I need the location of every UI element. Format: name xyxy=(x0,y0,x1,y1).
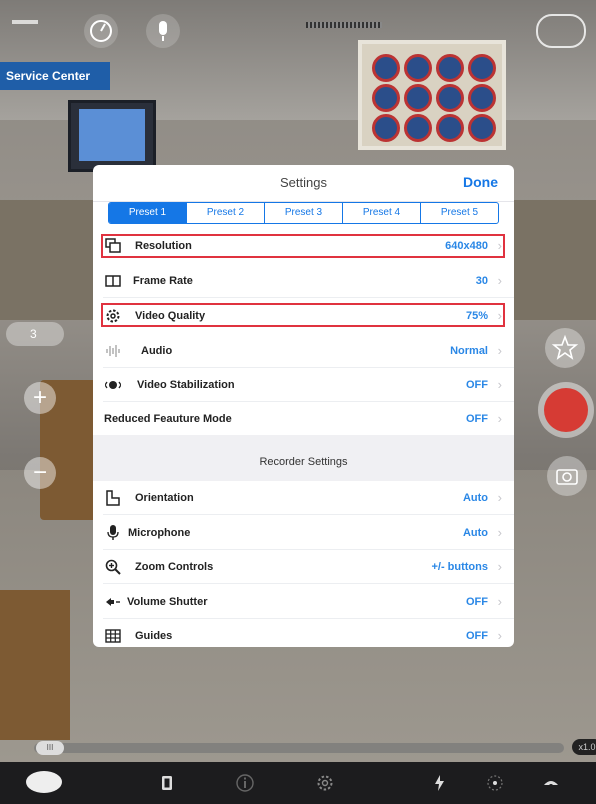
resolution-icon xyxy=(105,238,121,254)
favorite-star-icon[interactable] xyxy=(545,328,585,368)
resolution-value: 640x480 xyxy=(445,240,488,252)
chevron-right-icon: › xyxy=(497,308,502,323)
microphone-value: Auto xyxy=(462,527,488,539)
chevron-right-icon: › xyxy=(497,238,502,253)
tab-preset-5[interactable]: Preset 5 xyxy=(420,203,498,223)
tab-preset-3[interactable]: Preset 3 xyxy=(264,203,342,223)
menu-icon[interactable] xyxy=(12,20,38,24)
focus-icon[interactable] xyxy=(484,772,506,794)
info-icon[interactable] xyxy=(234,772,256,794)
chevron-right-icon: › xyxy=(497,411,502,426)
chevron-right-icon: › xyxy=(497,594,502,609)
audio-label: Audio xyxy=(141,345,173,357)
settings-title: Settings xyxy=(280,175,327,190)
video-stabilization-value: OFF xyxy=(466,379,488,391)
frame-rate-label: Frame Rate xyxy=(133,275,193,287)
row-video-quality[interactable]: Video Quality 75% › xyxy=(93,299,514,333)
camera-switch-icon[interactable] xyxy=(536,14,586,48)
chevron-right-icon: › xyxy=(497,490,502,505)
volume-shutter-value: OFF xyxy=(466,596,488,608)
video-quality-label: Video Quality xyxy=(135,310,206,322)
zoom-badge-value: 3 xyxy=(30,327,37,341)
zoom-badge: 3 xyxy=(6,322,64,346)
tab-preset-1[interactable]: Preset 1 xyxy=(109,203,186,223)
preset-tabs: Preset 1 Preset 2 Preset 3 Preset 4 Pres… xyxy=(108,202,499,224)
recorder-settings-header: Recorder Settings xyxy=(259,456,348,468)
film-icon[interactable] xyxy=(156,772,178,794)
chevron-right-icon: › xyxy=(497,343,502,358)
done-button[interactable]: Done xyxy=(463,174,498,190)
microphone-label: Microphone xyxy=(128,527,191,539)
row-microphone[interactable]: Microphone Auto › xyxy=(93,516,514,550)
row-audio[interactable]: Audio Normal › xyxy=(93,334,514,368)
tab-preset-2[interactable]: Preset 2 xyxy=(186,203,264,223)
zoom-controls-value: +/- buttons xyxy=(431,561,488,573)
exposure-icon[interactable] xyxy=(540,772,562,794)
frame-rate-value: 30 xyxy=(475,275,488,287)
flash-icon[interactable] xyxy=(430,772,452,794)
reduced-feature-mode-value: OFF xyxy=(466,413,488,425)
row-volume-shutter[interactable]: Volume Shutter OFF › xyxy=(93,585,514,619)
row-zoom-controls[interactable]: Zoom Controls +/- buttons › xyxy=(93,550,514,584)
row-guides[interactable]: Guides OFF › xyxy=(93,619,514,647)
grid-icon xyxy=(105,628,121,644)
reduced-feature-mode-label: Reduced Feauture Mode xyxy=(104,413,232,425)
row-orientation[interactable]: Orientation Auto › xyxy=(93,481,514,515)
chevron-right-icon: › xyxy=(497,628,502,643)
guides-value: OFF xyxy=(466,630,488,642)
timeline-handle[interactable]: III xyxy=(36,741,64,755)
audio-value: Normal xyxy=(450,345,488,357)
chevron-right-icon: › xyxy=(497,559,502,574)
stabilization-icon xyxy=(104,377,122,393)
audio-level-meter xyxy=(306,22,382,28)
orientation-value: Auto xyxy=(462,492,488,504)
row-video-stabilization[interactable]: Video Stabilization OFF › xyxy=(93,368,514,402)
settings-header: Settings Done xyxy=(93,165,514,202)
volume-shutter-label: Volume Shutter xyxy=(127,596,208,608)
snapshot-camera-icon[interactable] xyxy=(547,456,587,496)
monitor xyxy=(68,100,156,172)
microphone-icon xyxy=(105,525,121,541)
settings-gear-icon[interactable] xyxy=(314,772,336,794)
timer-icon[interactable] xyxy=(84,14,118,48)
tab-preset-4[interactable]: Preset 4 xyxy=(342,203,420,223)
row-resolution[interactable]: Resolution 640x480 › xyxy=(93,229,514,263)
timeline-track[interactable] xyxy=(34,743,564,753)
microphone-icon[interactable] xyxy=(146,14,180,48)
video-quality-value: 75% xyxy=(465,310,488,322)
resolution-label: Resolution xyxy=(135,240,192,252)
orientation-label: Orientation xyxy=(135,492,194,504)
settings-panel: Settings Done Preset 1 Preset 2 Preset 3… xyxy=(93,165,514,647)
chair xyxy=(0,590,70,740)
zoom-level-tag: x1.0 xyxy=(572,739,596,755)
chevron-right-icon: › xyxy=(497,525,502,540)
bottom-toolbar xyxy=(0,762,596,804)
frame-rate-icon xyxy=(105,273,121,289)
service-center-sign: Service Center xyxy=(0,62,110,90)
video-stabilization-label: Video Stabilization xyxy=(137,379,235,391)
chevron-right-icon: › xyxy=(497,377,502,392)
audio-wave-icon xyxy=(105,343,121,359)
zoom-out-button[interactable]: − xyxy=(24,457,56,489)
record-button[interactable] xyxy=(538,382,594,438)
chat-bubble-icon[interactable] xyxy=(26,771,62,793)
orientation-icon xyxy=(105,490,121,506)
zoom-icon xyxy=(105,559,121,575)
chevron-right-icon: › xyxy=(497,273,502,288)
recorder-settings-section: Recorder Settings xyxy=(93,435,514,481)
painting xyxy=(358,40,506,150)
row-frame-rate[interactable]: Frame Rate 30 › xyxy=(93,264,514,298)
zoom-in-button[interactable]: + xyxy=(24,382,56,414)
guides-label: Guides xyxy=(135,630,173,642)
row-reduced-feature-mode[interactable]: Reduced Feauture Mode OFF › xyxy=(93,402,514,436)
volume-icon xyxy=(105,594,121,610)
zoom-controls-label: Zoom Controls xyxy=(135,561,214,573)
gear-icon xyxy=(105,308,121,324)
